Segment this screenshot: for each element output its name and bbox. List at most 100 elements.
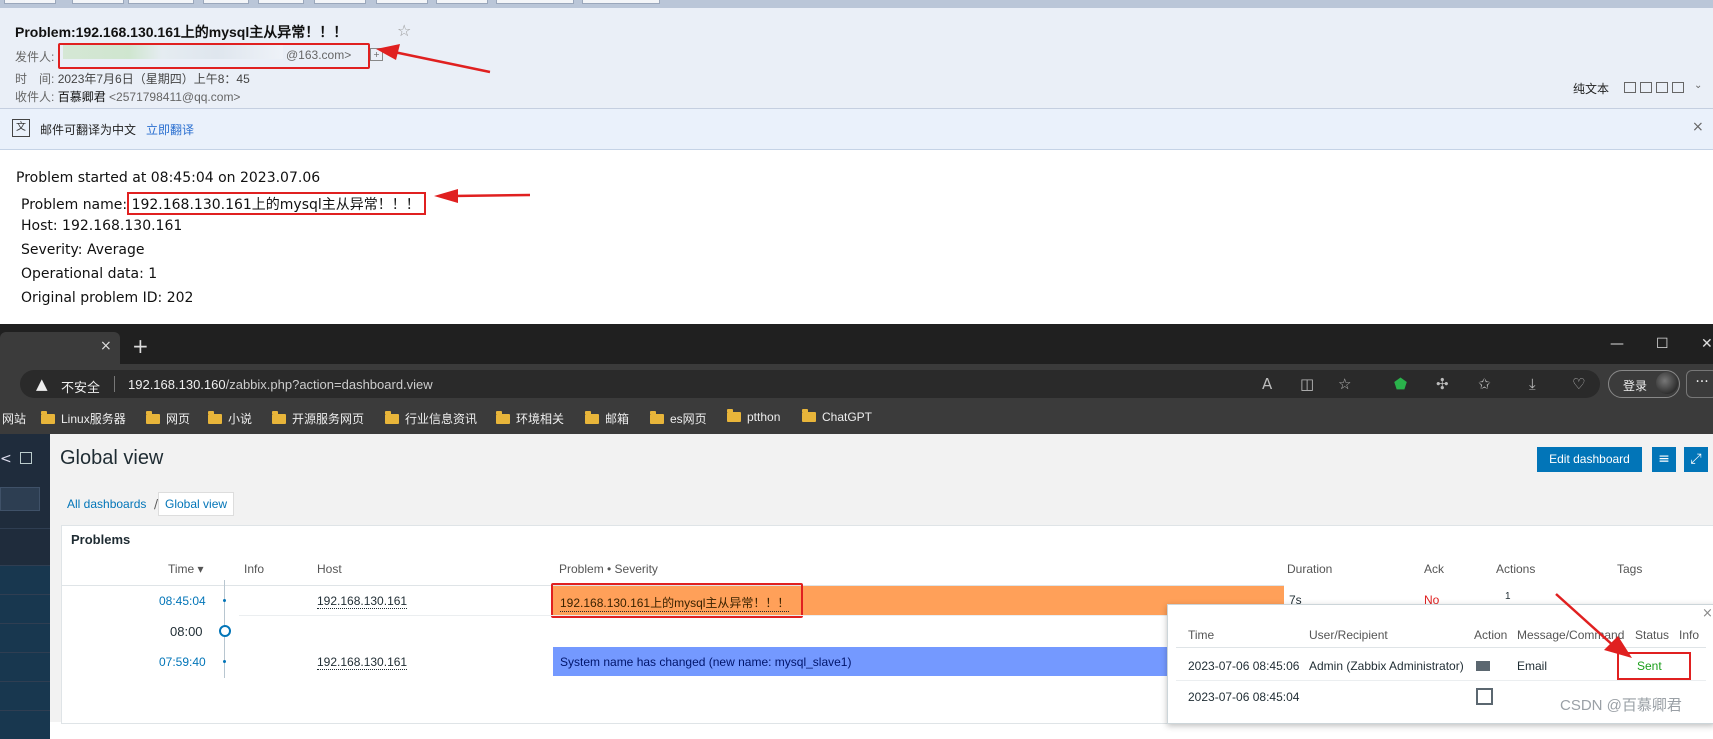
problem-name-label: Problem name: (21, 197, 132, 213)
toolbar-button[interactable] (258, 0, 304, 4)
tab-close-icon[interactable]: × (100, 338, 112, 354)
print-icon[interactable] (1640, 82, 1652, 93)
printer-icon[interactable] (1672, 82, 1684, 93)
row-time[interactable]: 07:59:40 (159, 655, 206, 669)
toolbar-button[interactable] (376, 0, 428, 4)
email-toolbar (0, 0, 1713, 8)
body-host: Host: 192.168.130.161 (21, 218, 183, 234)
collapse-icon[interactable]: < (0, 451, 12, 467)
row-problem[interactable]: System name has changed (new name: mysql… (560, 655, 851, 669)
bookmark-folder[interactable]: ptthon (727, 409, 781, 424)
folder-icon (650, 411, 664, 424)
bookmark-folder[interactable]: 环境相关 (496, 410, 564, 427)
body-original-id: Original problem ID: 202 (21, 290, 194, 306)
popup-col-action: Action (1474, 628, 1508, 642)
folder-icon (146, 411, 160, 424)
sidebar-search-input[interactable] (0, 487, 40, 511)
insecure-label[interactable]: 不安全 (61, 377, 100, 396)
menu-icon[interactable]: ≡ (1652, 447, 1676, 472)
favorite-star-icon[interactable]: ☆ (1338, 375, 1351, 393)
row-actions[interactable]: 1 (1505, 591, 1511, 602)
sidebar-item[interactable] (0, 652, 50, 681)
extensions-icon[interactable]: ✣ (1436, 375, 1449, 393)
col-time[interactable]: Time ▾ (168, 562, 204, 576)
sidebar-item[interactable] (0, 681, 50, 710)
toolbar-button[interactable] (203, 0, 249, 4)
email-subject: Problem:192.168.130.161上的mysql主从异常！！！ (15, 24, 348, 40)
close-icon[interactable]: × (1692, 119, 1704, 135)
shield-icon[interactable]: ⬟ (1394, 375, 1407, 393)
toolbar-button[interactable] (4, 0, 56, 4)
bookmark-folder[interactable]: 行业信息资讯 (385, 410, 477, 427)
warning-icon[interactable]: ▲ (36, 375, 48, 393)
read-aloud-icon[interactable]: A (1262, 375, 1272, 393)
url-text[interactable]: 192.168.130.160/zabbix.php?action=dashbo… (128, 377, 433, 392)
chevron-down-icon[interactable]: ⌄ (1694, 80, 1702, 91)
export-icon[interactable] (1656, 82, 1668, 93)
toolbar-button[interactable] (496, 0, 574, 4)
star-icon[interactable]: ☆ (397, 21, 411, 40)
col-problem[interactable]: Problem • Severity (559, 562, 658, 576)
bookmark-label: ptthon (747, 410, 781, 424)
split-screen-icon[interactable]: ◫ (1300, 375, 1314, 393)
bookmark-folder[interactable]: es网页 (650, 410, 707, 427)
bookmark-label: 开源服务网页 (292, 412, 365, 426)
maximize-icon[interactable]: ☐ (1656, 336, 1669, 352)
toolbar-button[interactable] (314, 0, 366, 4)
toolbar-button[interactable] (72, 0, 124, 4)
folder-icon (41, 411, 55, 424)
to-name[interactable]: 百慕卿君 (58, 90, 106, 104)
edit-dashboard-button[interactable]: Edit dashboard (1537, 447, 1642, 472)
timeline-dot (223, 660, 226, 663)
row-divider (239, 615, 1284, 616)
row-host[interactable]: 192.168.130.161 (317, 594, 408, 609)
row-host[interactable]: 192.168.130.161 (317, 655, 408, 670)
bookmark-folder[interactable]: 网页 (146, 410, 190, 427)
folder-icon (727, 409, 741, 422)
fullscreen-icon[interactable]: ⤢ (1684, 447, 1708, 472)
breadcrumb-all-dashboards[interactable]: All dashboards (67, 497, 146, 511)
sidebar-item[interactable] (0, 528, 50, 557)
mail-icon (1476, 661, 1490, 671)
more-menu-button[interactable]: ··· (1686, 370, 1713, 398)
bookmark-folder[interactable]: Linux服务器 (41, 410, 126, 427)
login-label: 登录 (1623, 379, 1648, 393)
minimize-icon[interactable]: — (1610, 336, 1624, 352)
body-started: Problem started at 08:45:04 on 2023.07.0… (16, 170, 321, 186)
time-value: 2023年7月6日（星期四）上午8：45 (57, 72, 250, 86)
breadcrumb-current[interactable]: Global view (158, 492, 235, 516)
col-host[interactable]: Host (317, 562, 342, 576)
kiosk-icon[interactable] (20, 452, 32, 464)
toolbar-button[interactable] (128, 0, 194, 4)
to-email[interactable]: <2571798411@qq.com> (109, 90, 240, 104)
window-icon[interactable] (1624, 82, 1636, 93)
time-label: 时 间: (15, 72, 55, 86)
from-label: 发件人: (15, 50, 55, 64)
translate-now-link[interactable]: 立即翻译 (146, 121, 194, 138)
row-time[interactable]: 08:45:04 (159, 594, 206, 608)
new-tab-button[interactable]: + (132, 334, 149, 358)
favorites-icon[interactable]: ✩ (1478, 375, 1491, 393)
folder-icon (802, 409, 816, 422)
bookmark-item[interactable]: 网站 (2, 410, 26, 427)
bookmark-folder[interactable]: 开源服务网页 (272, 410, 364, 427)
body-opdata: Operational data: 1 (21, 266, 158, 282)
sidebar-item[interactable] (0, 623, 50, 652)
window-close-icon[interactable]: ✕ (1701, 336, 1713, 352)
sidebar-item[interactable] (0, 565, 50, 594)
download-icon[interactable]: ⤓ (1529, 375, 1536, 393)
bookmark-folder[interactable]: 小说 (208, 410, 252, 427)
problem-highlight-box (551, 583, 803, 618)
toolbar-button[interactable] (582, 0, 660, 4)
plain-text-link[interactable]: 纯文本 (1573, 80, 1609, 97)
performance-icon[interactable]: ♡ (1572, 375, 1585, 393)
bookmark-folder[interactable]: 邮箱 (585, 410, 629, 427)
bookmark-label: 环境相关 (516, 412, 565, 426)
popup-close-icon[interactable]: × (1702, 606, 1713, 621)
popup-row-divider (1176, 680, 1706, 681)
sidebar-item[interactable] (0, 710, 50, 739)
sidebar-item[interactable] (0, 594, 50, 623)
toolbar-button[interactable] (436, 0, 488, 4)
bookmark-folder[interactable]: ChatGPT (802, 409, 872, 424)
avatar[interactable] (1656, 372, 1678, 394)
